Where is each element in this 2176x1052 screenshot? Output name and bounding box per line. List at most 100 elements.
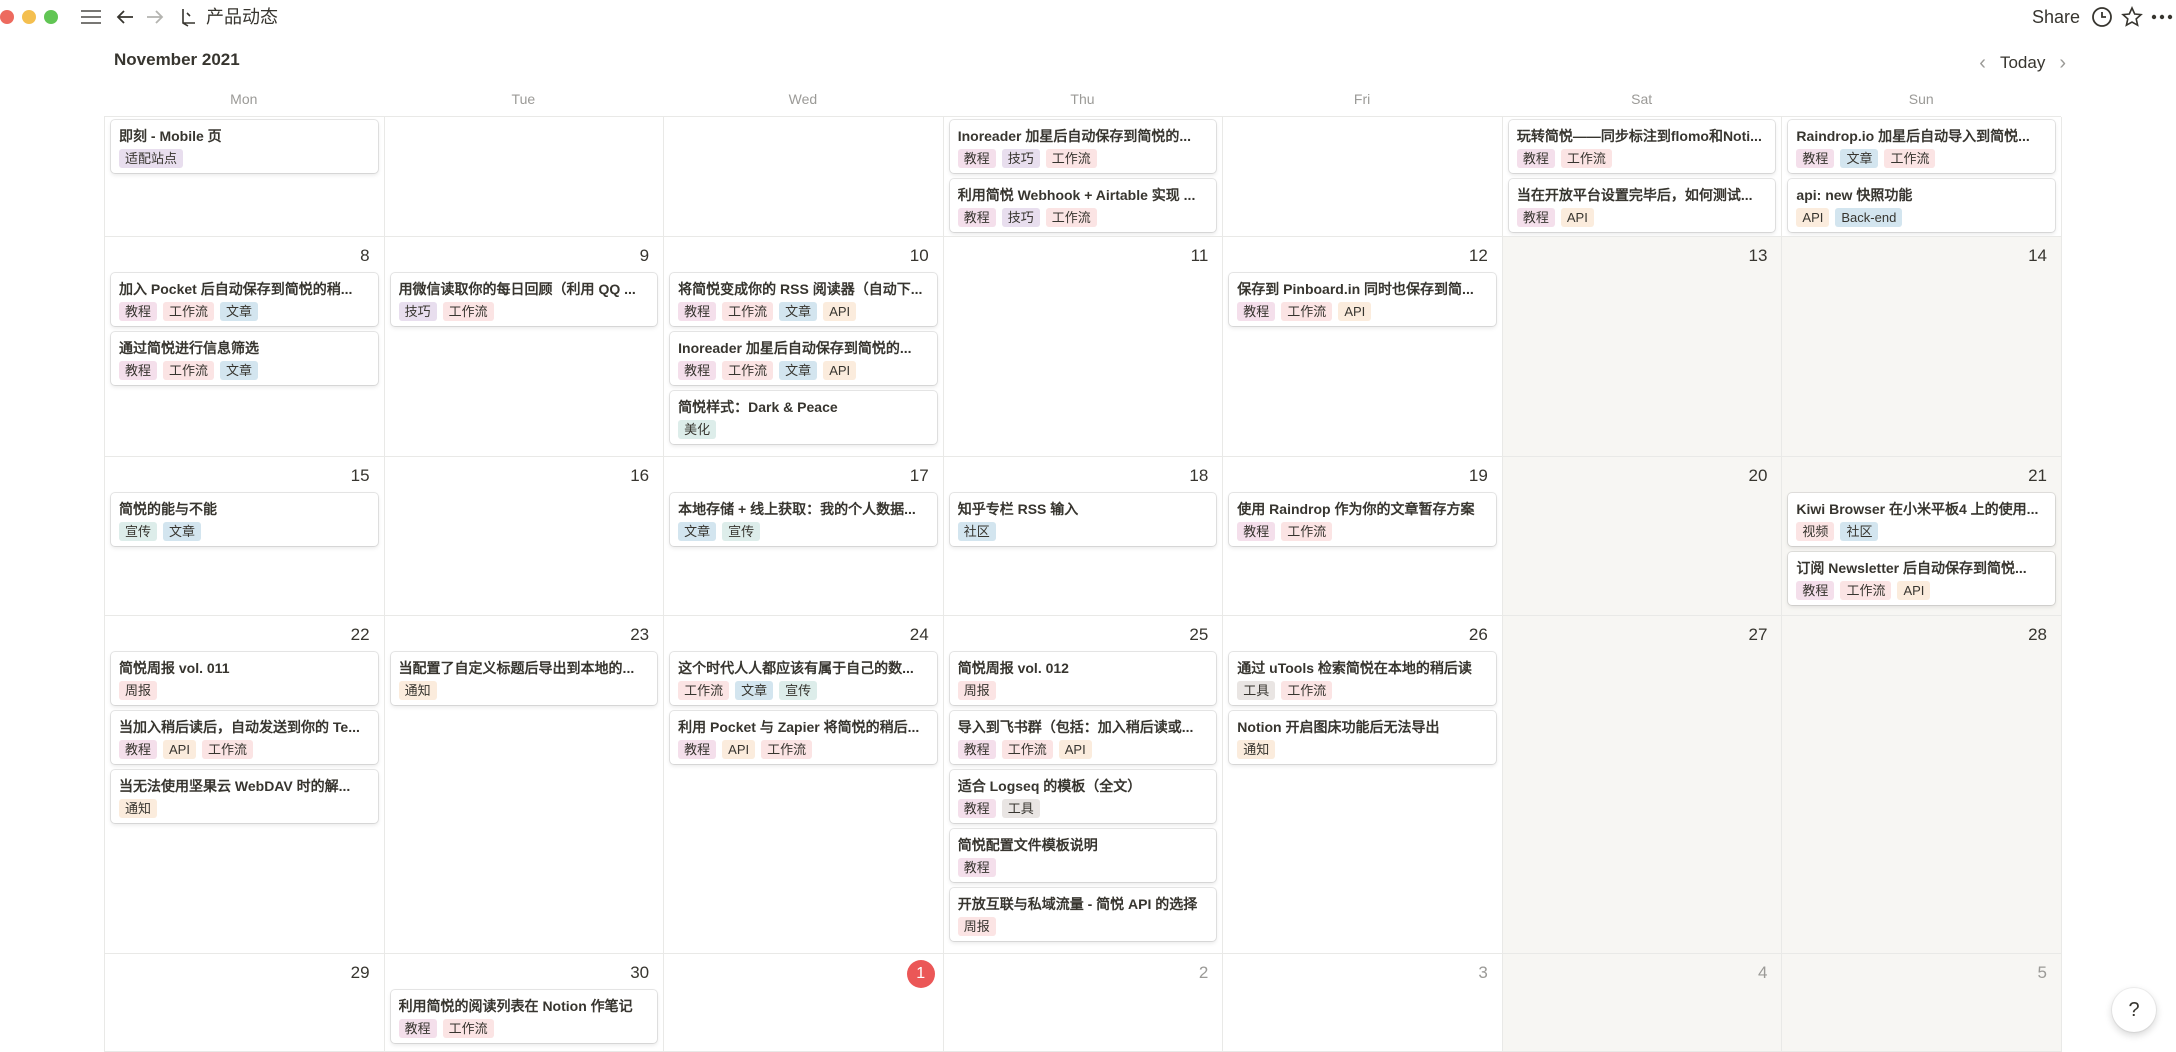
calendar-day-cell[interactable]: 4 [1502, 954, 1783, 1052]
calendar-day-cell[interactable]: 11 [943, 237, 1224, 457]
event-card[interactable]: 这个时代人人都应该有属于自己的数... 工作流 文章 宣传 [670, 652, 937, 705]
event-card[interactable]: 当在开放平台设置完毕后，如何测试... 教程 API [1508, 179, 1776, 232]
event-card[interactable]: 知乎专栏 RSS 输入 社区 [949, 493, 1217, 546]
calendar-day-cell[interactable]: 16 [384, 457, 665, 616]
tag-badge: 教程 [957, 740, 996, 759]
weekday-label: Thu [1070, 91, 1095, 107]
window-zoom-icon[interactable] [44, 10, 58, 24]
calendar-day-cell[interactable]: 17 本地存储 + 线上获取：我的个人数据... 文章 宣传 [664, 457, 944, 616]
tag-badge: 工作流 [678, 681, 730, 700]
calendar-day-cell[interactable]: 21 Kiwi Browser 在小米平板4 上的使用... 视频 社区 订阅 News… [1782, 457, 2062, 616]
calendar-day-cell[interactable]: 12 保存到 Pinboard.in 同时也保存到简... 教程 工作流 API [1223, 237, 1503, 457]
event-card[interactable]: 当配置了自定义标题后导出到本地的... 通知 [390, 652, 658, 705]
event-card[interactable]: 本地存储 + 线上获取：我的个人数据... 文章 宣传 [670, 493, 937, 546]
back-arrow-icon[interactable] [114, 4, 136, 30]
event-card[interactable]: 简悦配置文件模板说明 教程 [949, 829, 1217, 882]
event-card[interactable]: 利用 Pocket 与 Zapier 将简悦的稍后... 教程 API 工作流 [670, 711, 937, 764]
calendar-day-cell[interactable]: 即刻 - Mobile 页适配站点 [105, 117, 385, 237]
event-tags: 教程 API [1516, 208, 1768, 227]
tag-badge: 教程 [1796, 581, 1835, 600]
calendar-day-cell[interactable] [384, 117, 665, 237]
event-card[interactable]: 保存到 Pinboard.in 同时也保存到简... 教程 工作流 API [1229, 273, 1496, 326]
event-card[interactable]: 适合 Logseq 的模板（全文） 教程 工具 [949, 770, 1217, 823]
event-card[interactable]: 导入到飞书群（包括：加入稍后读或... 教程 工作流 API [949, 711, 1217, 764]
calendar-day-cell[interactable]: 15 简悦的能与不能 宣传 文章 [105, 457, 385, 616]
calendar-day-cell[interactable]: 22 简悦周报 vol. 011 周报 当加入稍后读后，自动发送到你的 Te... 教程… [105, 616, 385, 954]
event-tags: 教程 工作流 文章 API [678, 302, 929, 321]
next-month-chevron-icon[interactable]: › [2059, 52, 2066, 75]
previous-month-chevron-icon[interactable]: ‹ [1979, 52, 1986, 75]
calendar-day-cell[interactable]: 14 [1782, 237, 2062, 457]
event-card[interactable]: 利用简悦 Webhook + Airtable 实现 ... 教程 技巧 工作流 [949, 179, 1217, 232]
help-button[interactable]: ? [2112, 988, 2156, 1032]
tag-badge: 工具 [1001, 799, 1040, 818]
breadcrumb-title[interactable]: 产品动态 [206, 4, 278, 30]
event-card[interactable]: 用微信读取你的每日回顾（利用 QQ ... 技巧 工作流 [390, 273, 658, 326]
event-card[interactable]: 利用简悦的阅读列表在 Notion 作笔记 教程 工作流 [390, 990, 658, 1043]
tag-badge: API [722, 740, 756, 759]
event-card[interactable]: 简悦样式：Dark & Peace 美化 [670, 391, 937, 444]
event-card[interactable]: 当无法使用坚果云 WebDAV 时的解... 通知 [111, 770, 378, 823]
calendar-day-cell[interactable]: 29 [105, 954, 385, 1052]
event-card[interactable]: 当加入稍后读后，自动发送到你的 Te... 教程 API 工作流 [111, 711, 378, 764]
event-card[interactable]: Kiwi Browser 在小米平板4 上的使用... 视频 社区 [1788, 493, 2055, 546]
day-number: 12 [1468, 246, 1488, 265]
calendar-day-cell[interactable]: 26 通过 uTools 检索简悦在本地的稍后读 工具 工作流 Notion 开启图床功… [1223, 616, 1503, 954]
event-card[interactable]: Inoreader 加星后自动保存到简悦的... 教程 工作流 文章 API [670, 332, 937, 385]
calendar-day-cell[interactable]: 玩转简悦——同步标注到flomo和Noti... 教程 工作流 当在开放平台设置完毕后… [1502, 117, 1783, 237]
calendar-day-cell[interactable]: 8 加入 Pocket 后自动保存到简悦的稍... 教程 工作流 文章 通过简悦进行信息筛… [105, 237, 385, 457]
tag-badge: 工作流 [1840, 581, 1892, 600]
event-card[interactable]: Raindrop.io 加星后自动导入到简悦... 教程 文章 工作流 [1788, 120, 2055, 173]
sidebar-toggle-icon[interactable] [80, 4, 102, 30]
calendar-day-cell[interactable]: 23 当配置了自定义标题后导出到本地的... 通知 [384, 616, 665, 954]
tag-badge: API [1560, 208, 1594, 227]
calendar-day-cell[interactable]: 18 知乎专栏 RSS 输入 社区 [943, 457, 1224, 616]
share-button[interactable]: Share [2032, 4, 2080, 30]
calendar-day-cell[interactable]: 30 利用简悦的阅读列表在 Notion 作笔记 教程 工作流 [384, 954, 665, 1052]
event-tags: 宣传 文章 [119, 522, 370, 541]
calendar-day-cell[interactable]: 24 这个时代人人都应该有属于自己的数... 工作流 文章 宣传 利用 Pocket 与 … [664, 616, 944, 954]
calendar-day-cell[interactable]: 2 [943, 954, 1224, 1052]
calendar-day-cell[interactable]: 19 使用 Raindrop 作为你的文章暂存方案 教程 工作流 [1223, 457, 1503, 616]
day-number: 11 [1190, 246, 1209, 265]
history-clock-icon[interactable] [2090, 4, 2114, 30]
calendar-day-cell[interactable]: 25 简悦周报 vol. 012 周报 导入到飞书群（包括：加入稍后读或... 教程 工作… [943, 616, 1224, 954]
event-card[interactable]: 将简悦变成你的 RSS 阅读器（自动下... 教程 工作流 文章 API [670, 273, 937, 326]
event-card[interactable]: 简悦的能与不能 宣传 文章 [111, 493, 378, 546]
forward-arrow-icon[interactable] [144, 4, 166, 30]
event-card[interactable]: 通过 uTools 检索简悦在本地的稍后读 工具 工作流 [1229, 652, 1496, 705]
calendar-day-cell[interactable]: 27 [1502, 616, 1783, 954]
event-card[interactable]: 订阅 Newsletter 后自动保存到简悦... 教程 工作流 API [1788, 552, 2055, 605]
favorite-star-icon[interactable] [2120, 4, 2144, 30]
calendar-day-cell[interactable]: 28 [1782, 616, 2062, 954]
event-card[interactable]: api: new 快照功能 API Back-end [1788, 179, 2055, 232]
event-card[interactable]: Notion 开启图床功能后无法导出 通知 [1229, 711, 1496, 764]
calendar-day-cell[interactable]: 1 [664, 954, 944, 1052]
today-button[interactable]: Today [2000, 53, 2045, 73]
event-card[interactable]: 简悦周报 vol. 011 周报 [111, 652, 378, 705]
window-close-icon[interactable] [0, 10, 14, 24]
calendar-day-cell[interactable]: 10 将简悦变成你的 RSS 阅读器（自动下... 教程 工作流 文章 API Inorea… [664, 237, 944, 457]
calendar-day-cell[interactable] [664, 117, 944, 237]
event-card[interactable]: 即刻 - Mobile 页适配站点 [111, 120, 378, 173]
event-card[interactable]: 通过简悦进行信息筛选 教程 工作流 文章 [111, 332, 378, 385]
event-card[interactable]: 简悦周报 vol. 012 周报 [949, 652, 1217, 705]
calendar-day-cell[interactable]: 5 [1782, 954, 2062, 1052]
event-card[interactable]: 加入 Pocket 后自动保存到简悦的稍... 教程 工作流 文章 [111, 273, 378, 326]
more-options-icon[interactable] [2150, 4, 2174, 30]
calendar-day-cell[interactable]: 20 [1502, 457, 1783, 616]
event-card[interactable]: Inoreader 加星后自动保存到简悦的... 教程 技巧 工作流 [949, 120, 1217, 173]
calendar-day-cell[interactable]: 9 用微信读取你的每日回顾（利用 QQ ... 技巧 工作流 [384, 237, 665, 457]
window-minimize-icon[interactable] [22, 10, 36, 24]
calendar-day-cell[interactable]: 13 [1502, 237, 1783, 457]
event-title: 将简悦变成你的 RSS 阅读器（自动下... [678, 281, 923, 297]
calendar-day-cell[interactable]: Inoreader 加星后自动保存到简悦的... 教程 技巧 工作流 利用简悦 Webh… [943, 117, 1224, 237]
calendar-day-cell[interactable]: Raindrop.io 加星后自动导入到简悦... 教程 文章 工作流 api: new… [1782, 117, 2062, 237]
event-card[interactable]: 开放互联与私域流量 - 简悦 API 的选择 周报 [949, 888, 1217, 941]
calendar-day-cell[interactable]: 3 [1223, 954, 1503, 1052]
event-tags: 周报 [957, 917, 1209, 936]
calendar-day-cell[interactable] [1223, 117, 1503, 237]
event-card[interactable]: 玩转简悦——同步标注到flomo和Noti... 教程 工作流 [1508, 120, 1776, 173]
event-card[interactable]: 使用 Raindrop 作为你的文章暂存方案 教程 工作流 [1229, 493, 1496, 546]
event-tags: 教程 技巧 工作流 [957, 149, 1209, 168]
